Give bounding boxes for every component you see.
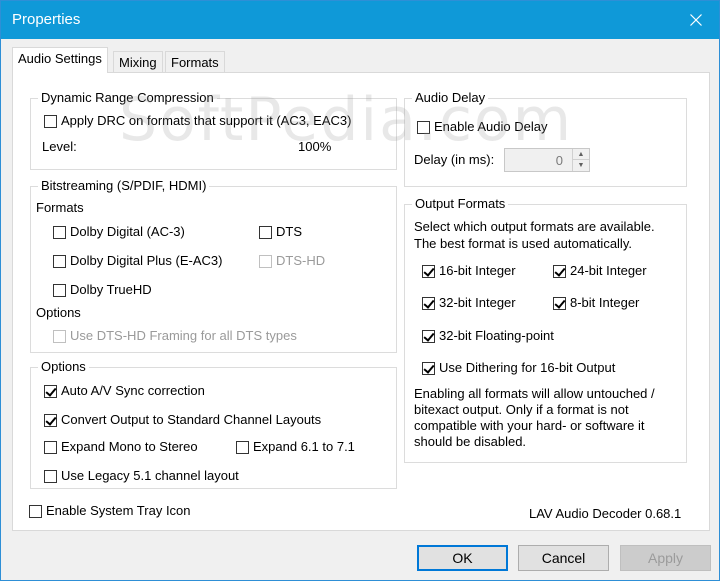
int16-label: 16-bit Integer <box>439 263 516 278</box>
checkbox-box[interactable] <box>53 283 66 297</box>
expand-61-label: Expand 6.1 to 7.1 <box>253 439 355 454</box>
enable-audio-delay-checkbox[interactable]: Enable Audio Delay <box>417 119 547 135</box>
bitstreaming-options-label: Options <box>36 305 81 320</box>
delay-label: Delay (in ms): <box>414 152 495 167</box>
group-audio-delay: Audio Delay <box>404 90 687 187</box>
group-drc: Dynamic Range Compression <box>30 90 397 170</box>
dtshd-framing-label: Use DTS-HD Framing for all DTS types <box>70 328 297 343</box>
dtshd-framing-checkbox: Use DTS-HD Framing for all DTS types <box>53 328 297 344</box>
expand-61-checkbox[interactable]: Expand 6.1 to 7.1 <box>236 439 355 455</box>
delay-value[interactable]: 0 <box>556 153 563 168</box>
int8-checkbox[interactable]: 8-bit Integer <box>553 295 639 311</box>
dolby-digital-checkbox[interactable]: Dolby Digital (AC-3) <box>53 224 185 240</box>
legacy-51-label: Use Legacy 5.1 channel layout <box>61 468 239 483</box>
checkbox-box[interactable] <box>53 254 66 268</box>
ok-button[interactable]: OK <box>417 545 508 571</box>
checkbox-box[interactable] <box>44 114 57 128</box>
checkbox-box[interactable] <box>29 504 42 518</box>
dolby-digital-plus-label: Dolby Digital Plus (E-AC3) <box>70 253 223 268</box>
convert-output-checkbox[interactable]: Convert Output to Standard Channel Layou… <box>44 412 321 428</box>
tab-mixing[interactable]: Mixing <box>113 51 163 73</box>
delay-spinbox[interactable]: 0 ▲ ▼ <box>504 148 590 172</box>
properties-dialog: Properties Audio Settings Mixing Formats… <box>0 0 720 581</box>
checkbox-box[interactable] <box>236 440 249 454</box>
apply-button[interactable]: Apply <box>620 545 711 571</box>
int8-label: 8-bit Integer <box>570 295 640 310</box>
bitstreaming-formats-label: Formats <box>36 200 84 215</box>
checkbox-box[interactable] <box>259 225 272 239</box>
spin-down-arrow-icon[interactable]: ▼ <box>573 160 589 171</box>
close-button[interactable] <box>673 1 719 39</box>
float32-checkbox[interactable]: 32-bit Floating-point <box>422 328 554 344</box>
output-formats-desc-1: Select which output formats are availabl… <box>414 219 655 234</box>
output-formats-note-1: Enabling all formats will allow untouche… <box>414 386 655 401</box>
int16-checkbox[interactable]: 16-bit Integer <box>422 263 516 279</box>
int24-label: 24-bit Integer <box>570 263 647 278</box>
title-bar[interactable]: Properties <box>1 1 719 39</box>
dts-label: DTS <box>276 224 302 239</box>
checkbox-box[interactable] <box>553 296 566 310</box>
dolby-truehd-label: Dolby TrueHD <box>70 282 152 297</box>
checkbox-box <box>259 254 272 268</box>
checkbox-box[interactable] <box>44 384 57 398</box>
window-title: Properties <box>12 11 81 28</box>
group-title-output-formats: Output Formats <box>412 196 509 212</box>
tray-icon-label: Enable System Tray Icon <box>46 503 191 518</box>
close-icon <box>690 14 702 26</box>
tab-audio-settings[interactable]: Audio Settings <box>12 47 108 73</box>
int24-checkbox[interactable]: 24-bit Integer <box>553 263 647 279</box>
dithering-label: Use Dithering for 16-bit Output <box>439 360 616 375</box>
drc-apply-label: Apply DRC on formats that support it (AC… <box>61 113 352 128</box>
expand-mono-checkbox[interactable]: Expand Mono to Stereo <box>44 439 198 455</box>
output-formats-desc-2: The best format is used automatically. <box>414 236 632 251</box>
checkbox-box <box>53 329 66 343</box>
version-label: LAV Audio Decoder 0.68.1 <box>529 506 682 521</box>
drc-level-label: Level: <box>42 139 77 154</box>
group-title-bitstreaming: Bitstreaming (S/PDIF, HDMI) <box>38 178 210 194</box>
legacy-51-checkbox[interactable]: Use Legacy 5.1 channel layout <box>44 468 239 484</box>
output-formats-note-4: should be disabled. <box>414 434 527 449</box>
checkbox-box[interactable] <box>422 264 435 278</box>
cancel-button[interactable]: Cancel <box>518 545 609 571</box>
spin-up-arrow-icon[interactable]: ▲ <box>573 149 589 160</box>
float32-label: 32-bit Floating-point <box>439 328 554 343</box>
dts-hd-checkbox: DTS-HD <box>259 253 325 269</box>
group-title-drc: Dynamic Range Compression <box>38 90 217 106</box>
dolby-digital-plus-checkbox[interactable]: Dolby Digital Plus (E-AC3) <box>53 253 222 269</box>
checkbox-box[interactable] <box>44 413 57 427</box>
checkbox-box[interactable] <box>422 361 435 375</box>
tray-icon-checkbox[interactable]: Enable System Tray Icon <box>29 503 191 519</box>
drc-level-value: 100% <box>298 139 332 154</box>
dts-checkbox[interactable]: DTS <box>259 224 302 240</box>
dolby-truehd-checkbox[interactable]: Dolby TrueHD <box>53 282 152 298</box>
drc-apply-checkbox[interactable]: Apply DRC on formats that support it (AC… <box>44 113 351 129</box>
dithering-checkbox[interactable]: Use Dithering for 16-bit Output <box>422 360 615 376</box>
checkbox-box[interactable] <box>417 120 430 134</box>
checkbox-box[interactable] <box>553 264 566 278</box>
auto-av-sync-label: Auto A/V Sync correction <box>61 383 205 398</box>
group-title-options: Options <box>38 359 89 375</box>
int32-label: 32-bit Integer <box>439 295 516 310</box>
group-title-audio-delay: Audio Delay <box>412 90 489 106</box>
delay-spin-buttons: ▲ ▼ <box>572 149 589 171</box>
checkbox-box[interactable] <box>422 296 435 310</box>
checkbox-box[interactable] <box>422 329 435 343</box>
auto-av-sync-checkbox[interactable]: Auto A/V Sync correction <box>44 383 205 399</box>
tab-formats[interactable]: Formats <box>165 51 225 73</box>
checkbox-box[interactable] <box>44 469 57 483</box>
output-formats-note-3: compatible with your hard- or software i… <box>414 418 645 433</box>
checkbox-box[interactable] <box>53 225 66 239</box>
convert-output-label: Convert Output to Standard Channel Layou… <box>61 412 322 427</box>
dolby-digital-label: Dolby Digital (AC-3) <box>70 224 185 239</box>
enable-audio-delay-label: Enable Audio Delay <box>434 119 548 134</box>
checkbox-box[interactable] <box>44 440 57 454</box>
int32-checkbox[interactable]: 32-bit Integer <box>422 295 516 311</box>
expand-mono-label: Expand Mono to Stereo <box>61 439 198 454</box>
dts-hd-label: DTS-HD <box>276 253 326 268</box>
output-formats-note-2: bitexact output. Only if a format is not <box>414 402 629 417</box>
